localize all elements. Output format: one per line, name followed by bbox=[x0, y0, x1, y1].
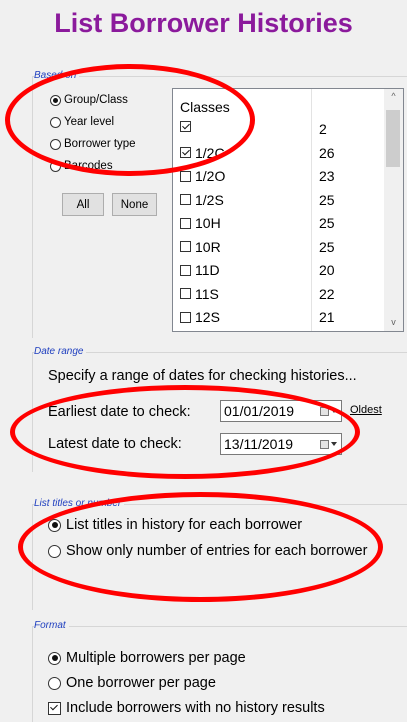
include-no-history-checkbox[interactable]: Include borrowers with no history result… bbox=[48, 700, 325, 716]
radio-icon bbox=[48, 676, 61, 690]
table-row[interactable]: 1/2S 25 bbox=[173, 190, 385, 212]
checkbox-checked-icon bbox=[48, 701, 61, 715]
table-row[interactable]: 11D 20 bbox=[173, 260, 385, 282]
based-on-legend: Based on bbox=[34, 70, 80, 81]
radio-selected-icon bbox=[48, 518, 61, 532]
checkbox-icon[interactable] bbox=[180, 288, 191, 299]
earliest-date-picker[interactable]: 01/01/2019 bbox=[220, 400, 342, 422]
none-button[interactable]: None bbox=[112, 193, 157, 216]
table-row[interactable]: 1/2O 23 bbox=[173, 166, 385, 188]
radio-group-class[interactable]: Group/Class bbox=[50, 94, 128, 106]
based-on-group-border bbox=[32, 76, 407, 77]
page-title: List Borrower Histories bbox=[54, 8, 353, 38]
table-row[interactable]: 10H 25 bbox=[173, 213, 385, 235]
radio-one-borrower[interactable]: One borrower per page bbox=[48, 675, 216, 691]
table-row[interactable]: 2 bbox=[173, 119, 385, 141]
table-row[interactable]: 1/2C 26 bbox=[173, 143, 385, 165]
classes-list[interactable]: Classes 2 1/2C 26 1/2O 23 1/2S 25 10H 25 10R 25 11D… bbox=[172, 88, 404, 332]
radio-icon bbox=[48, 544, 61, 558]
radio-borrower-type[interactable]: Borrower type bbox=[50, 138, 136, 150]
table-row[interactable]: 10R 25 bbox=[173, 237, 385, 259]
radio-multiple-borrowers[interactable]: Multiple borrowers per page bbox=[48, 650, 246, 666]
list-titles-legend: List titles or number bbox=[34, 498, 125, 509]
radio-selected-icon bbox=[48, 651, 61, 665]
checkbox-icon[interactable] bbox=[180, 170, 191, 182]
checkbox-checked-icon[interactable] bbox=[180, 121, 191, 132]
latest-date-picker[interactable]: 13/11/2019 bbox=[220, 433, 342, 455]
table-row[interactable]: 11S 22 bbox=[173, 284, 385, 306]
date-range-description: Specify a range of dates for checking hi… bbox=[48, 368, 357, 384]
format-legend: Format bbox=[34, 620, 69, 631]
scroll-thumb[interactable] bbox=[386, 110, 400, 167]
oldest-link[interactable]: Oldest bbox=[350, 404, 382, 416]
table-row[interactable]: 12S 21 bbox=[173, 307, 385, 329]
radio-list-titles[interactable]: List titles in history for each borrower bbox=[48, 517, 302, 533]
scroll-up-icon[interactable]: ^ bbox=[384, 91, 403, 101]
all-button[interactable]: All bbox=[62, 193, 104, 216]
radio-icon bbox=[50, 160, 61, 172]
radio-show-number[interactable]: Show only number of entries for each bor… bbox=[48, 543, 367, 559]
radio-selected-icon bbox=[50, 94, 61, 106]
latest-date-label: Latest date to check: bbox=[48, 436, 182, 452]
checkbox-icon[interactable] bbox=[180, 264, 191, 276]
earliest-date-label: Earliest date to check: bbox=[48, 404, 191, 420]
date-range-legend: Date range bbox=[34, 346, 87, 357]
radio-year-level[interactable]: Year level bbox=[50, 116, 114, 128]
checkbox-checked-icon[interactable] bbox=[180, 147, 191, 158]
checkbox-icon[interactable] bbox=[180, 241, 191, 252]
scroll-down-icon[interactable]: v bbox=[384, 317, 403, 327]
radio-icon bbox=[50, 138, 61, 150]
checkbox-icon[interactable] bbox=[180, 194, 191, 205]
radio-barcodes[interactable]: Barcodes bbox=[50, 160, 113, 172]
calendar-dropdown-icon[interactable] bbox=[320, 405, 338, 417]
radio-icon bbox=[50, 116, 61, 128]
classes-header: Classes bbox=[180, 99, 230, 115]
checkbox-icon[interactable] bbox=[180, 217, 191, 229]
calendar-dropdown-icon[interactable] bbox=[320, 438, 338, 450]
classes-scrollbar[interactable]: ^ v bbox=[384, 89, 403, 331]
checkbox-icon[interactable] bbox=[180, 311, 191, 323]
